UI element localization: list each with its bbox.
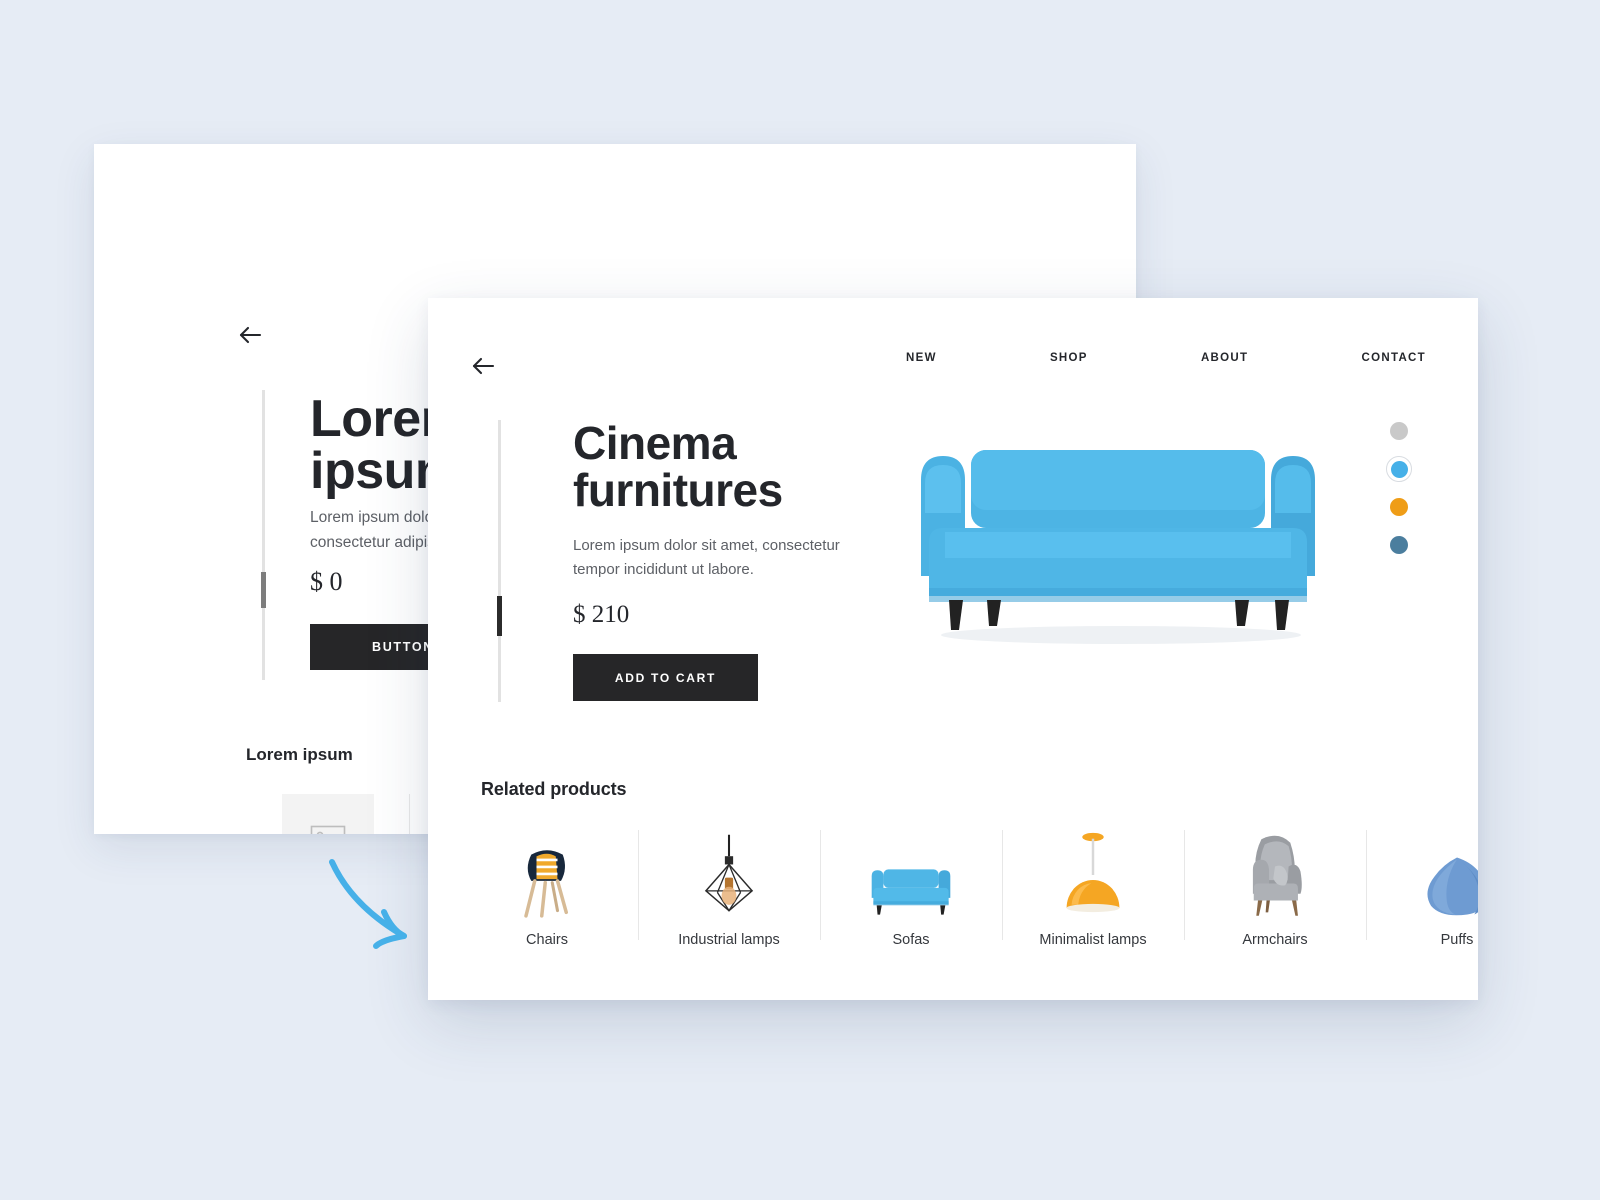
- industrial-lamp-icon: [696, 818, 762, 918]
- related-product-label: Minimalist lamps: [1039, 932, 1147, 948]
- front-card-product-page: NEW SHOP ABOUT CONTACT Cinema furnitures …: [428, 298, 1478, 1000]
- curved-arrow-icon: [322, 852, 430, 950]
- nav-link-shop[interactable]: SHOP: [1050, 352, 1088, 364]
- swatch-dot: [1390, 536, 1408, 554]
- front-card-scroll-rail[interactable]: [497, 420, 502, 702]
- beanbag-icon: [1422, 818, 1478, 918]
- swatch-dot: [1390, 422, 1408, 440]
- sofa-icon: [865, 818, 957, 918]
- product-price: $ 210: [573, 601, 630, 628]
- nav-link-about[interactable]: ABOUT: [1201, 352, 1248, 364]
- swatch-grey[interactable]: [1386, 418, 1412, 444]
- back-card-thumbs-heading: Lorem ipsum: [246, 745, 353, 764]
- related-products-row: Chairs Industrial lamps Sofas Minimalist…: [456, 818, 1478, 948]
- swatch-light-blue[interactable]: [1386, 456, 1412, 482]
- add-to-cart-button[interactable]: ADD TO CART: [573, 654, 758, 701]
- minimalist-lamp-icon: [1060, 818, 1126, 918]
- related-product-label: Armchairs: [1242, 932, 1308, 948]
- thumb-item[interactable]: Lorem ipsum: [246, 794, 409, 834]
- arrow-left-icon[interactable]: [237, 322, 267, 348]
- front-card-nav: NEW SHOP ABOUT CONTACT: [906, 352, 1426, 364]
- image-placeholder-icon: [281, 794, 374, 834]
- related-product-item[interactable]: Armchairs: [1184, 818, 1366, 948]
- related-product-item[interactable]: Industrial lamps: [638, 818, 820, 948]
- related-product-label: Puffs: [1440, 932, 1474, 948]
- related-product-item[interactable]: Minimalist lamps: [1002, 818, 1184, 948]
- scroll-thumb[interactable]: [497, 596, 502, 636]
- canvas: LINK 1 LINK 2 LINK 3 LINK 4 Loremipsum d…: [0, 0, 1600, 1200]
- armchair-icon: [1241, 818, 1309, 918]
- arrow-left-icon[interactable]: [470, 353, 500, 379]
- related-product-label: Industrial lamps: [678, 932, 780, 948]
- related-product-label: Sofas: [892, 932, 930, 948]
- related-product-item[interactable]: Puffs: [1366, 818, 1478, 948]
- swatch-steel-blue[interactable]: [1386, 532, 1412, 558]
- back-card-price: $ 0: [310, 567, 343, 596]
- related-product-item[interactable]: Chairs: [456, 818, 638, 948]
- related-product-label: Chairs: [526, 932, 568, 948]
- blue-sofa-product-photo: [883, 428, 1353, 648]
- description-line-2: tempor incididunt ut labore.: [573, 561, 754, 579]
- related-products-heading: Related products: [481, 779, 627, 799]
- swatch-dot: [1390, 498, 1408, 516]
- nav-link-new[interactable]: NEW: [906, 352, 937, 364]
- related-product-item[interactable]: Sofas: [820, 818, 1002, 948]
- product-title: Cinema furnitures: [573, 420, 903, 514]
- nav-link-contact[interactable]: CONTACT: [1362, 352, 1426, 364]
- product-description: Lorem ipsum dolor sit amet, consectetur t…: [573, 534, 873, 583]
- description-line-1: Lorem ipsum dolor sit amet, consectetur: [573, 537, 840, 554]
- back-card-scroll-rail[interactable]: [261, 390, 266, 680]
- swatch-orange[interactable]: [1386, 494, 1412, 520]
- scroll-thumb[interactable]: [261, 572, 266, 608]
- title-line-2: furnitures: [573, 463, 783, 516]
- chair-icon: [512, 818, 582, 918]
- swatch-dot: [1390, 460, 1408, 478]
- title-line-1: Cinema: [573, 417, 737, 469]
- color-swatch-selector: [1386, 418, 1412, 558]
